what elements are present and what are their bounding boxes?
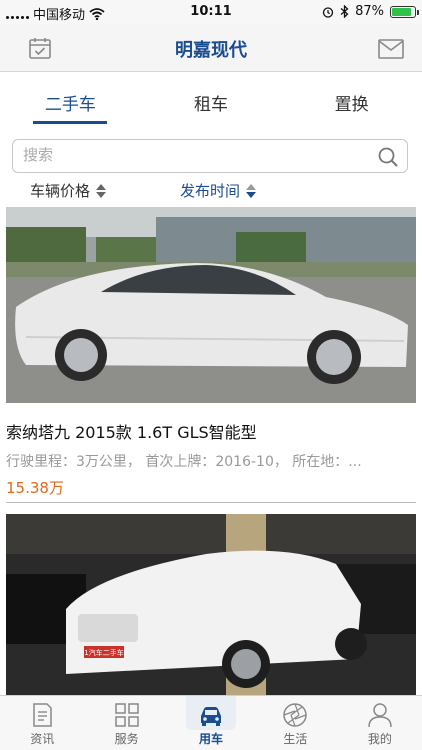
document-icon [33, 703, 52, 727]
listing-price: 15.38万 [6, 479, 64, 497]
tab-life-label: 生活 [283, 732, 308, 746]
grid-icon [114, 703, 139, 727]
tab-car-use[interactable]: 用车 [169, 696, 253, 750]
sort-by-price[interactable]: 车辆价格 [30, 180, 107, 201]
nav-bar: 明嘉现代 [0, 24, 422, 72]
category-tabs: 二手车 租车 置换 [0, 72, 422, 130]
alarm-icon [322, 6, 334, 18]
bluetooth-icon [340, 5, 349, 18]
sort-price-label: 车辆价格 [30, 182, 91, 200]
user-icon [368, 703, 392, 728]
tab-services[interactable]: 服务 [84, 696, 168, 750]
battery-icon [390, 5, 419, 18]
battery-percent: 87% [355, 4, 384, 19]
car-photo [6, 207, 416, 403]
sort-by-time[interactable]: 发布时间 [180, 180, 257, 201]
tab-life[interactable]: 生活 [253, 696, 337, 750]
sort-arrows-icon [96, 183, 107, 198]
car-listing[interactable]: 1汽车二手车 [6, 514, 416, 699]
tab-trade-in[interactable]: 置换 [281, 72, 422, 130]
divider [6, 502, 416, 503]
status-bar: 中国移动 10:11 87% [0, 0, 422, 24]
status-right: 87% [322, 4, 419, 19]
bottom-tab-bar: 资讯 服务 用车 生活 我的 [0, 695, 422, 750]
car-icon [201, 707, 222, 726]
sort-arrows-icon [246, 183, 257, 198]
tab-rental[interactable]: 租车 [141, 72, 282, 130]
listing-title: 索纳塔九 2015款 1.6T GLS智能型 [6, 423, 257, 442]
mail-icon[interactable] [378, 39, 404, 59]
svg-text:1汽车二手车: 1汽车二手车 [84, 648, 123, 657]
search-input[interactable] [23, 146, 363, 164]
tab-services-label: 服务 [114, 732, 139, 746]
search-icon[interactable] [377, 146, 399, 168]
page-title: 明嘉现代 [175, 40, 247, 61]
tab-car-use-label: 用车 [199, 732, 224, 746]
search-bar [12, 139, 408, 173]
car-listing[interactable]: 索纳塔九 2015款 1.6T GLS智能型 行驶里程：3万公里， 首次上牌：2… [6, 207, 416, 498]
aperture-icon [283, 703, 308, 727]
listing-meta: 行驶里程：3万公里， 首次上牌：2016-10， 所在地：... [6, 454, 362, 470]
tab-news[interactable]: 资讯 [0, 696, 84, 750]
tab-news-label: 资讯 [30, 732, 55, 746]
sort-time-label: 发布时间 [180, 182, 241, 200]
tab-used-cars[interactable]: 二手车 [0, 72, 141, 130]
car-photo: 1汽车二手车 [6, 514, 416, 695]
tab-mine[interactable]: 我的 [338, 696, 422, 750]
sort-row: 车辆价格 发布时间 [0, 178, 422, 202]
tab-mine-label: 我的 [367, 732, 392, 746]
